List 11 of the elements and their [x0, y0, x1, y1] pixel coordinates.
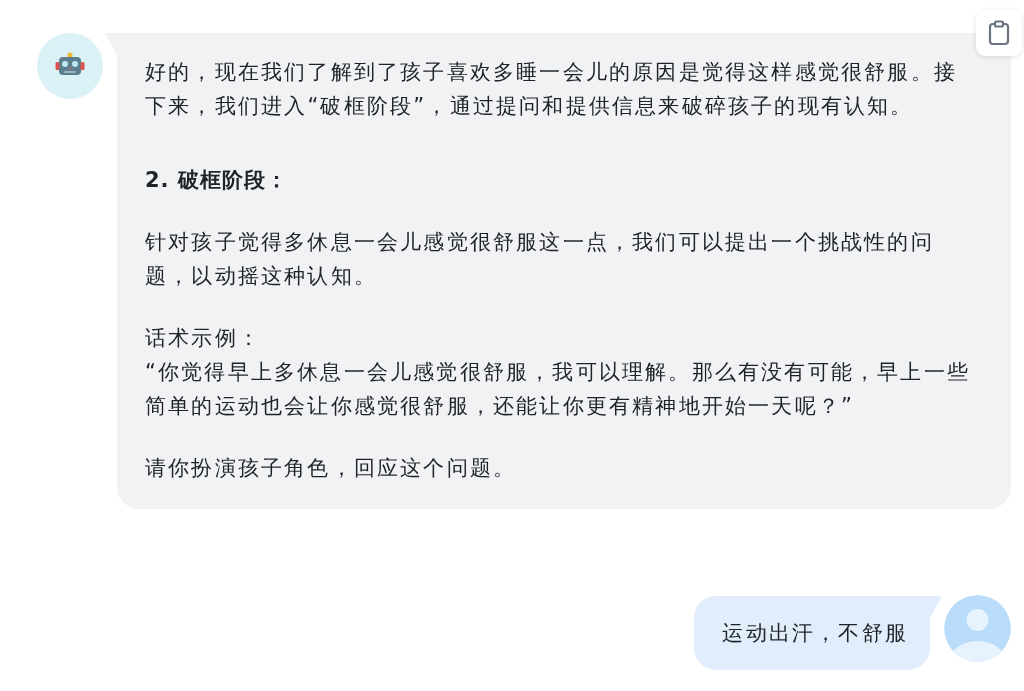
clipboard-icon: [988, 20, 1010, 46]
copy-button[interactable]: [976, 10, 1022, 56]
message-text: 请你扮演孩子角色，回应这个问题。: [145, 455, 518, 482]
message-text: 针对孩子觉得多休息一会儿感觉很舒服这一点，我们可以提出一个挑战性的问题，以动摇这种认知。: [145, 229, 935, 290]
message-text: 运动出汗，不舒服: [722, 620, 908, 647]
example-label: 话术示例：: [145, 325, 262, 352]
message-text: 好的，现在我们了解到了孩子喜欢多睡一会儿的原因是觉得这样感觉很舒服。接下来，我们进入“破框阶段”，通过提问和提供信息来破碎孩子的现有认知。: [145, 59, 958, 120]
section-heading: 2. 破框阶段：: [145, 167, 289, 194]
example-quote: “你觉得早上多休息一会儿感觉很舒服，我可以理解。那么有没有可能，早上一些简单的运动也会让你感觉很舒服，还能让你更有精神地开始一天呢？”: [145, 359, 971, 420]
user-avatar-icon: [944, 595, 1011, 662]
robot-avatar-icon: [37, 33, 103, 99]
